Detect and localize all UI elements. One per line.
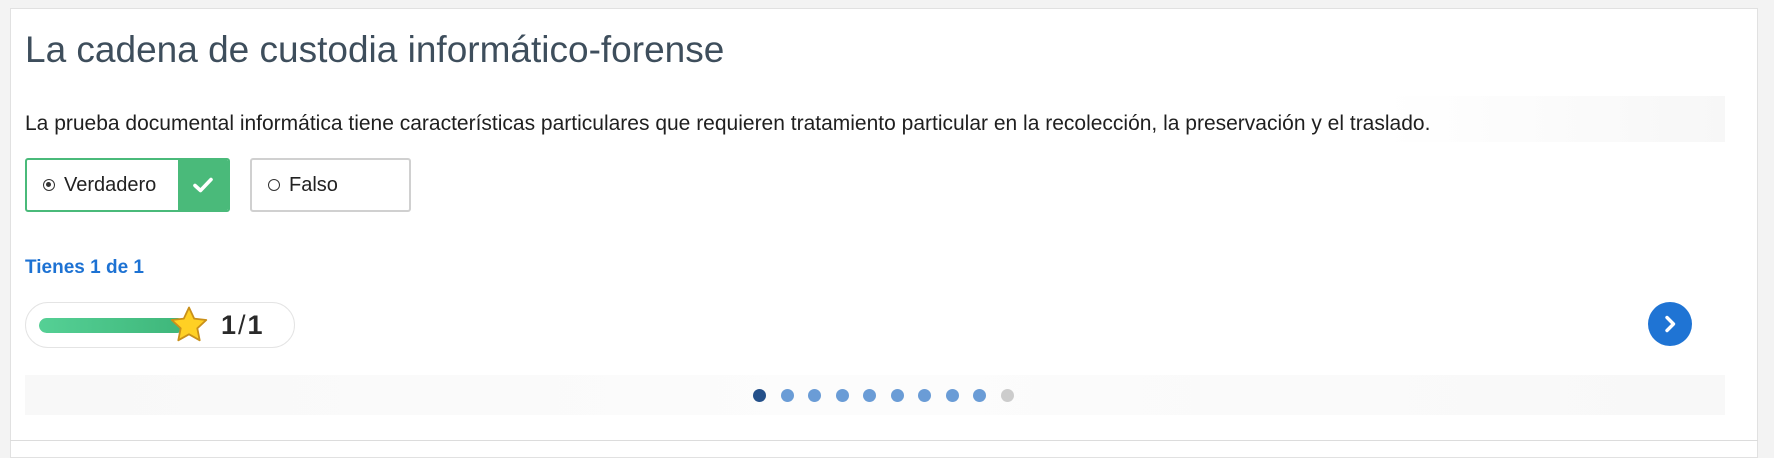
score-separator: /	[238, 310, 246, 340]
question-text: La prueba documental informática tiene c…	[25, 112, 1431, 135]
pagination-dots	[753, 389, 1014, 402]
pagination-dot-2[interactable]	[780, 389, 794, 402]
page-title: La cadena de custodia informático-forens…	[25, 29, 725, 70]
option-true[interactable]: Verdadero	[25, 158, 230, 212]
pagination-dot-6[interactable]	[890, 389, 904, 402]
option-false-label: Falso	[289, 173, 338, 196]
pagination-dot-1[interactable]	[753, 389, 766, 402]
pagination-dot-5[interactable]	[863, 389, 876, 402]
pagination-dot-4[interactable]	[835, 389, 849, 402]
radio-empty-icon	[268, 179, 280, 191]
radio-selected-icon	[43, 179, 55, 191]
star-icon	[170, 306, 208, 342]
pagination-dot-10[interactable]	[1000, 389, 1014, 402]
pagination-dot-9[interactable]	[973, 389, 986, 402]
pagination-dot-8[interactable]	[945, 389, 959, 402]
score-value: 1/1	[221, 310, 263, 341]
score-total: 1	[247, 310, 263, 340]
option-true-label: Verdadero	[64, 173, 157, 196]
next-button[interactable]	[1648, 302, 1692, 346]
score-status: Tienes 1 de 1	[25, 257, 144, 278]
progress-bar	[39, 318, 185, 333]
chevron-right-icon	[1665, 315, 1676, 333]
option-false[interactable]: Falso	[250, 158, 411, 212]
progress-fill	[39, 318, 185, 333]
pagination-dot-7[interactable]	[918, 389, 931, 402]
check-icon	[193, 177, 213, 193]
divider	[10, 440, 1758, 441]
score-indicator: 1/1	[25, 302, 295, 348]
pagination-dot-3[interactable]	[808, 389, 821, 402]
correct-indicator	[178, 160, 228, 210]
score-obtained: 1	[221, 310, 237, 340]
